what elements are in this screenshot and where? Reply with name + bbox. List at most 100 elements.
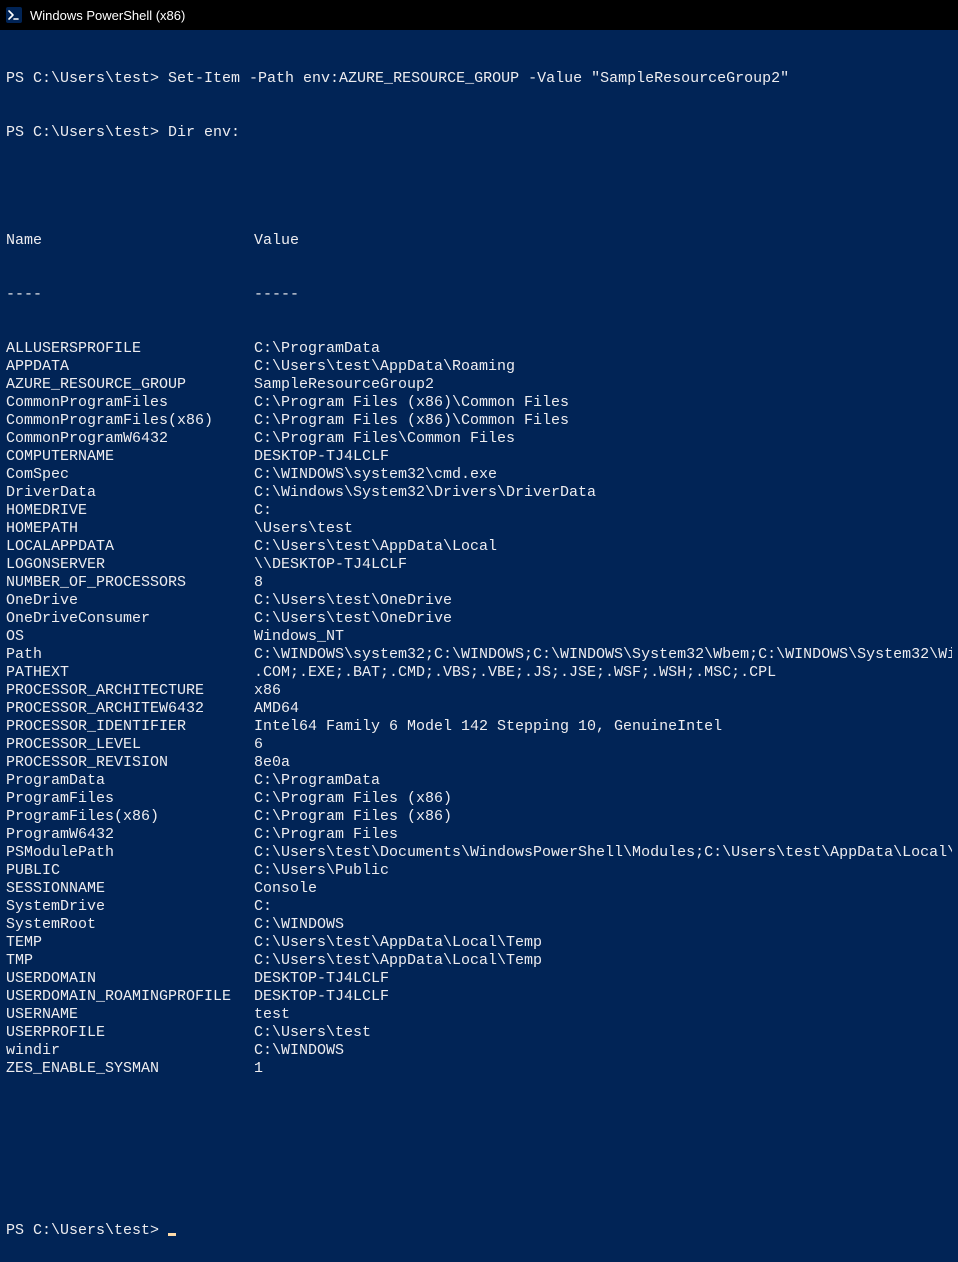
env-name: PROCESSOR_REVISION xyxy=(6,754,254,772)
env-value: test xyxy=(254,1006,952,1024)
env-value: C:\WINDOWS\system32;C:\WINDOWS;C:\WINDOW… xyxy=(254,646,952,664)
env-name: Path xyxy=(6,646,254,664)
env-name: PROCESSOR_IDENTIFIER xyxy=(6,718,254,736)
env-value: SampleResourceGroup2 xyxy=(254,376,952,394)
env-value: C:\Program Files xyxy=(254,826,952,844)
env-value: C:\Users\test\AppData\Local\Temp xyxy=(254,952,952,970)
env-name: ProgramData xyxy=(6,772,254,790)
env-name: ZES_ENABLE_SYSMAN xyxy=(6,1060,254,1078)
env-name: ProgramFiles xyxy=(6,790,254,808)
env-value: C:\Program Files (x86) xyxy=(254,790,952,808)
env-name: DriverData xyxy=(6,484,254,502)
env-name: CommonProgramFiles xyxy=(6,394,254,412)
env-row: ProgramFiles(x86)C:\Program Files (x86) xyxy=(6,808,952,826)
env-name: OneDrive xyxy=(6,592,254,610)
env-row: OneDriveC:\Users\test\OneDrive xyxy=(6,592,952,610)
env-value: C:\Program Files\Common Files xyxy=(254,430,952,448)
env-row: PROCESSOR_REVISION8e0a xyxy=(6,754,952,772)
env-row: SystemDriveC: xyxy=(6,898,952,916)
env-name: LOCALAPPDATA xyxy=(6,538,254,556)
env-row: ComSpecC:\WINDOWS\system32\cmd.exe xyxy=(6,466,952,484)
env-value: C:\WINDOWS xyxy=(254,1042,952,1060)
env-value: C:\Users\test\AppData\Roaming xyxy=(254,358,952,376)
env-row: LOGONSERVER\\DESKTOP-TJ4LCLF xyxy=(6,556,952,574)
env-row: TEMPC:\Users\test\AppData\Local\Temp xyxy=(6,934,952,952)
env-row: HOMEDRIVEC: xyxy=(6,502,952,520)
env-value: C: xyxy=(254,502,952,520)
env-value: C:\Program Files (x86)\Common Files xyxy=(254,394,952,412)
titlebar[interactable]: Windows PowerShell (x86) xyxy=(0,0,958,30)
env-value: C:\Users\test\Documents\WindowsPowerShel… xyxy=(254,844,952,862)
env-name: USERDOMAIN_ROAMINGPROFILE xyxy=(6,988,254,1006)
env-row: ZES_ENABLE_SYSMAN1 xyxy=(6,1060,952,1078)
env-row: USERDOMAIN_ROAMINGPROFILEDESKTOP-TJ4LCLF xyxy=(6,988,952,1006)
env-name: HOMEDRIVE xyxy=(6,502,254,520)
env-row: PATHEXT.COM;.EXE;.BAT;.CMD;.VBS;.VBE;.JS… xyxy=(6,664,952,682)
env-row: windirC:\WINDOWS xyxy=(6,1042,952,1060)
env-value: AMD64 xyxy=(254,700,952,718)
env-name: SystemDrive xyxy=(6,898,254,916)
env-row: LOCALAPPDATAC:\Users\test\AppData\Local xyxy=(6,538,952,556)
env-name: TEMP xyxy=(6,934,254,952)
env-name: HOMEPATH xyxy=(6,520,254,538)
header-name: Name xyxy=(6,232,254,250)
env-value: C:\Program Files (x86) xyxy=(254,808,952,826)
env-value: C:\Windows\System32\Drivers\DriverData xyxy=(254,484,952,502)
env-table: ALLUSERSPROFILEC:\ProgramDataAPPDATAC:\U… xyxy=(6,340,952,1078)
command-line-2: PS C:\Users\test> Dir env: xyxy=(6,124,952,142)
env-row: NUMBER_OF_PROCESSORS8 xyxy=(6,574,952,592)
env-name: COMPUTERNAME xyxy=(6,448,254,466)
env-value: DESKTOP-TJ4LCLF xyxy=(254,970,952,988)
env-row: COMPUTERNAMEDESKTOP-TJ4LCLF xyxy=(6,448,952,466)
env-name: PATHEXT xyxy=(6,664,254,682)
env-row: ALLUSERSPROFILEC:\ProgramData xyxy=(6,340,952,358)
env-name: APPDATA xyxy=(6,358,254,376)
env-value: \Users\test xyxy=(254,520,952,538)
env-row: PUBLICC:\Users\Public xyxy=(6,862,952,880)
env-row: SystemRootC:\WINDOWS xyxy=(6,916,952,934)
env-row: PathC:\WINDOWS\system32;C:\WINDOWS;C:\WI… xyxy=(6,646,952,664)
env-name: OS xyxy=(6,628,254,646)
env-name: SystemRoot xyxy=(6,916,254,934)
env-name: ComSpec xyxy=(6,466,254,484)
header-row: Name Value xyxy=(6,232,952,250)
env-row: USERNAMEtest xyxy=(6,1006,952,1024)
env-value: C:\ProgramData xyxy=(254,772,952,790)
env-name: USERDOMAIN xyxy=(6,970,254,988)
prompt-line[interactable]: PS C:\Users\test> xyxy=(6,1222,952,1240)
env-name: PROCESSOR_LEVEL xyxy=(6,736,254,754)
env-value: Console xyxy=(254,880,952,898)
blank xyxy=(6,1168,952,1186)
env-row: OSWindows_NT xyxy=(6,628,952,646)
env-name: ProgramW6432 xyxy=(6,826,254,844)
command-line-1: PS C:\Users\test> Set-Item -Path env:AZU… xyxy=(6,70,952,88)
header-value: Value xyxy=(254,232,952,250)
env-value: C:\Users\Public xyxy=(254,862,952,880)
env-row: PROCESSOR_IDENTIFIERIntel64 Family 6 Mod… xyxy=(6,718,952,736)
env-row: SESSIONNAMEConsole xyxy=(6,880,952,898)
env-row: AZURE_RESOURCE_GROUPSampleResourceGroup2 xyxy=(6,376,952,394)
env-row: CommonProgramW6432C:\Program Files\Commo… xyxy=(6,430,952,448)
env-value: C:\Program Files (x86)\Common Files xyxy=(254,412,952,430)
env-name: USERPROFILE xyxy=(6,1024,254,1042)
env-name: windir xyxy=(6,1042,254,1060)
env-name: TMP xyxy=(6,952,254,970)
env-name: SESSIONNAME xyxy=(6,880,254,898)
env-value: C:\Users\test\AppData\Local\Temp xyxy=(254,934,952,952)
window-title: Windows PowerShell (x86) xyxy=(30,8,185,23)
powershell-icon xyxy=(6,7,22,23)
env-row: TMPC:\Users\test\AppData\Local\Temp xyxy=(6,952,952,970)
env-row: ProgramFilesC:\Program Files (x86) xyxy=(6,790,952,808)
cursor xyxy=(168,1233,176,1236)
env-value: C:\Users\test\OneDrive xyxy=(254,592,952,610)
env-row: DriverDataC:\Windows\System32\Drivers\Dr… xyxy=(6,484,952,502)
env-row: ProgramDataC:\ProgramData xyxy=(6,772,952,790)
env-row: PSModulePathC:\Users\test\Documents\Wind… xyxy=(6,844,952,862)
env-value: DESKTOP-TJ4LCLF xyxy=(254,448,952,466)
env-name: PROCESSOR_ARCHITEW6432 xyxy=(6,700,254,718)
header-underline-row: ---- ----- xyxy=(6,286,952,304)
env-name: NUMBER_OF_PROCESSORS xyxy=(6,574,254,592)
env-row: USERPROFILEC:\Users\test xyxy=(6,1024,952,1042)
terminal-output[interactable]: PS C:\Users\test> Set-Item -Path env:AZU… xyxy=(0,30,958,1262)
env-row: CommonProgramFiles(x86)C:\Program Files … xyxy=(6,412,952,430)
